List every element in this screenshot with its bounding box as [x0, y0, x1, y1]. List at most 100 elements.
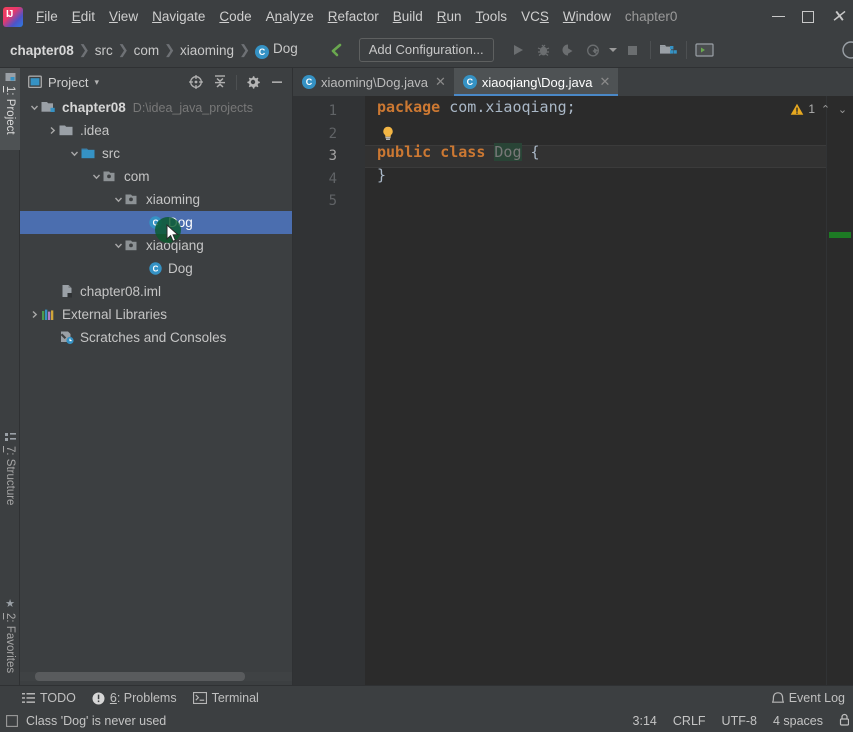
menu-view[interactable]: View [102, 5, 145, 28]
module-icon [41, 100, 57, 116]
menu-run[interactable]: Run [430, 5, 469, 28]
more-toolbar-icon[interactable] [841, 38, 853, 63]
next-highlight-icon[interactable]: ⌄ [836, 103, 849, 116]
tree-row-dog-xiaoming[interactable]: C Dog [20, 211, 292, 234]
breadcrumb-xiaoming[interactable]: xiaoming [176, 42, 238, 59]
tool-button-terminal[interactable]: Terminal [192, 691, 259, 705]
tree-row-com[interactable]: com [20, 165, 292, 188]
tree-row-xiaoming[interactable]: xiaoming [20, 188, 292, 211]
tree-row-dog-xiaoqiang[interactable]: C Dog [20, 257, 292, 280]
status-bar-right: 3:14 CRLF UTF-8 4 spaces [633, 713, 853, 729]
stop-icon[interactable] [620, 38, 645, 63]
collapse-all-icon[interactable] [209, 71, 231, 93]
tree-row-src[interactable]: src [20, 142, 292, 165]
breadcrumb-chapter08[interactable]: chapter08 [6, 42, 78, 59]
menu-edit[interactable]: Edit [65, 5, 102, 28]
tree-row-xiaoqiang[interactable]: xiaoqiang [20, 234, 292, 257]
chevron-down-icon[interactable] [606, 38, 620, 63]
tab-xiaoqiang-dog-java[interactable]: C xiaoqiang\Dog.java ✕ [453, 68, 619, 96]
chevron-down-icon[interactable] [90, 165, 103, 188]
rail-button-favorites[interactable]: ★ 2: Favorites [0, 593, 20, 688]
tool-button-todo-label: TODO [40, 691, 76, 705]
tree-label-external-libraries: External Libraries [62, 307, 168, 322]
tree-label-iml: chapter08.iml [80, 284, 162, 299]
breadcrumb-com[interactable]: com [130, 42, 164, 59]
menu-file[interactable]: File [29, 5, 65, 28]
previous-highlight-icon[interactable]: ⌃ [819, 103, 832, 116]
breadcrumb-src[interactable]: src [91, 42, 117, 59]
terminal-icon[interactable] [692, 38, 717, 63]
project-panel-hscrollbar[interactable] [35, 672, 245, 681]
chevron-down-icon[interactable] [28, 96, 41, 119]
code-editor[interactable]: 1 2 3 4 5 package com.xiaoqiang; public … [293, 96, 853, 685]
tree-row-chapter08[interactable]: chapter08 D:\idea_java_projects [20, 96, 292, 119]
run-coverage-icon[interactable] [556, 38, 581, 63]
chevron-down-icon[interactable] [68, 142, 81, 165]
maximize-button[interactable] [793, 0, 823, 33]
tree-label-dog-xiaoming: Dog [168, 215, 193, 230]
tree-row-scratches[interactable]: Scratches and Consoles [20, 326, 292, 349]
menu-window[interactable]: Window [556, 5, 618, 28]
back-arrow-icon[interactable] [324, 38, 349, 63]
tree-row-external-libraries[interactable]: External Libraries [20, 303, 292, 326]
lock-icon[interactable] [839, 713, 849, 729]
editor-marker-gutter[interactable] [826, 96, 853, 685]
code-line-1: package com.xiaoqiang; [365, 96, 826, 119]
chevron-down-icon[interactable]: ▾ [94, 77, 99, 88]
menu-navigate[interactable]: Navigate [145, 5, 212, 28]
class-icon: C [462, 75, 477, 89]
tree-row-idea[interactable]: .idea [20, 119, 292, 142]
project-tree[interactable]: chapter08 D:\idea_java_projects .idea sr… [20, 96, 292, 685]
tool-button-terminal-label: Terminal [211, 691, 259, 705]
chevron-down-icon[interactable] [112, 188, 125, 211]
close-icon[interactable]: ✕ [599, 74, 610, 90]
problems-icon [92, 692, 105, 704]
chevron-right-icon[interactable] [46, 119, 59, 142]
line-number-4: 4 [328, 170, 337, 187]
hide-panel-icon[interactable] [266, 71, 288, 93]
tree-path-chapter08: D:\idea_java_projects [132, 100, 254, 115]
close-icon[interactable]: ✕ [435, 74, 446, 90]
debug-icon[interactable] [531, 38, 556, 63]
menu-analyze[interactable]: Analyze [259, 5, 321, 28]
locate-icon[interactable] [185, 71, 207, 93]
add-configuration-button[interactable]: Add Configuration... [358, 38, 494, 62]
tree-row-iml[interactable]: chapter08.iml [20, 280, 292, 303]
toolbar-divider [685, 41, 687, 59]
tab-xiaoming-dog-java[interactable]: C xiaoming\Dog.java ✕ [293, 68, 454, 96]
menu-code[interactable]: Code [212, 5, 258, 28]
indent-setting[interactable]: 4 spaces [773, 714, 823, 728]
status-message: Class 'Dog' is never used [26, 714, 167, 728]
profiler-icon[interactable] [581, 38, 606, 63]
tree-label-com: com [124, 169, 150, 184]
code-token-plain: com.xiaoqiang; [440, 98, 576, 116]
menu-build[interactable]: Build [386, 5, 430, 28]
tool-button-problems[interactable]: 6: Problems [92, 691, 177, 705]
libraries-icon [41, 307, 57, 323]
terminal-icon [192, 692, 207, 704]
project-icon [5, 73, 15, 81]
rail-button-project[interactable]: 1: Project [0, 68, 20, 150]
menu-vcs[interactable]: VCS [514, 5, 556, 28]
breadcrumb-dog[interactable]: C Dog [251, 40, 302, 60]
caret-position[interactable]: 3:14 [633, 714, 657, 728]
menu-refactor[interactable]: Refactor [321, 5, 386, 28]
rail-label-project: 1: Project [4, 86, 16, 135]
editor-gutter[interactable]: 1 2 3 4 5 [293, 96, 365, 685]
line-separator[interactable]: CRLF [673, 714, 706, 728]
code-text[interactable]: package com.xiaoqiang; public class Dog … [365, 96, 826, 685]
close-button[interactable]: ✕ [823, 0, 853, 33]
project-structure-icon[interactable] [656, 38, 681, 63]
menu-tools[interactable]: Tools [469, 5, 515, 28]
tool-button-todo[interactable]: TODO [22, 691, 76, 705]
inspection-widget[interactable]: 1 ⌃ ⌄ [790, 102, 849, 116]
minimize-button[interactable] [763, 0, 793, 33]
run-icon[interactable] [506, 38, 531, 63]
rail-button-structure[interactable]: 7: Structure [0, 428, 20, 520]
chevron-down-icon[interactable] [112, 234, 125, 257]
event-log-button[interactable]: Event Log [771, 691, 853, 705]
chevron-right-icon[interactable] [28, 303, 41, 326]
file-encoding[interactable]: UTF-8 [722, 714, 757, 728]
settings-gear-icon[interactable] [242, 71, 264, 93]
